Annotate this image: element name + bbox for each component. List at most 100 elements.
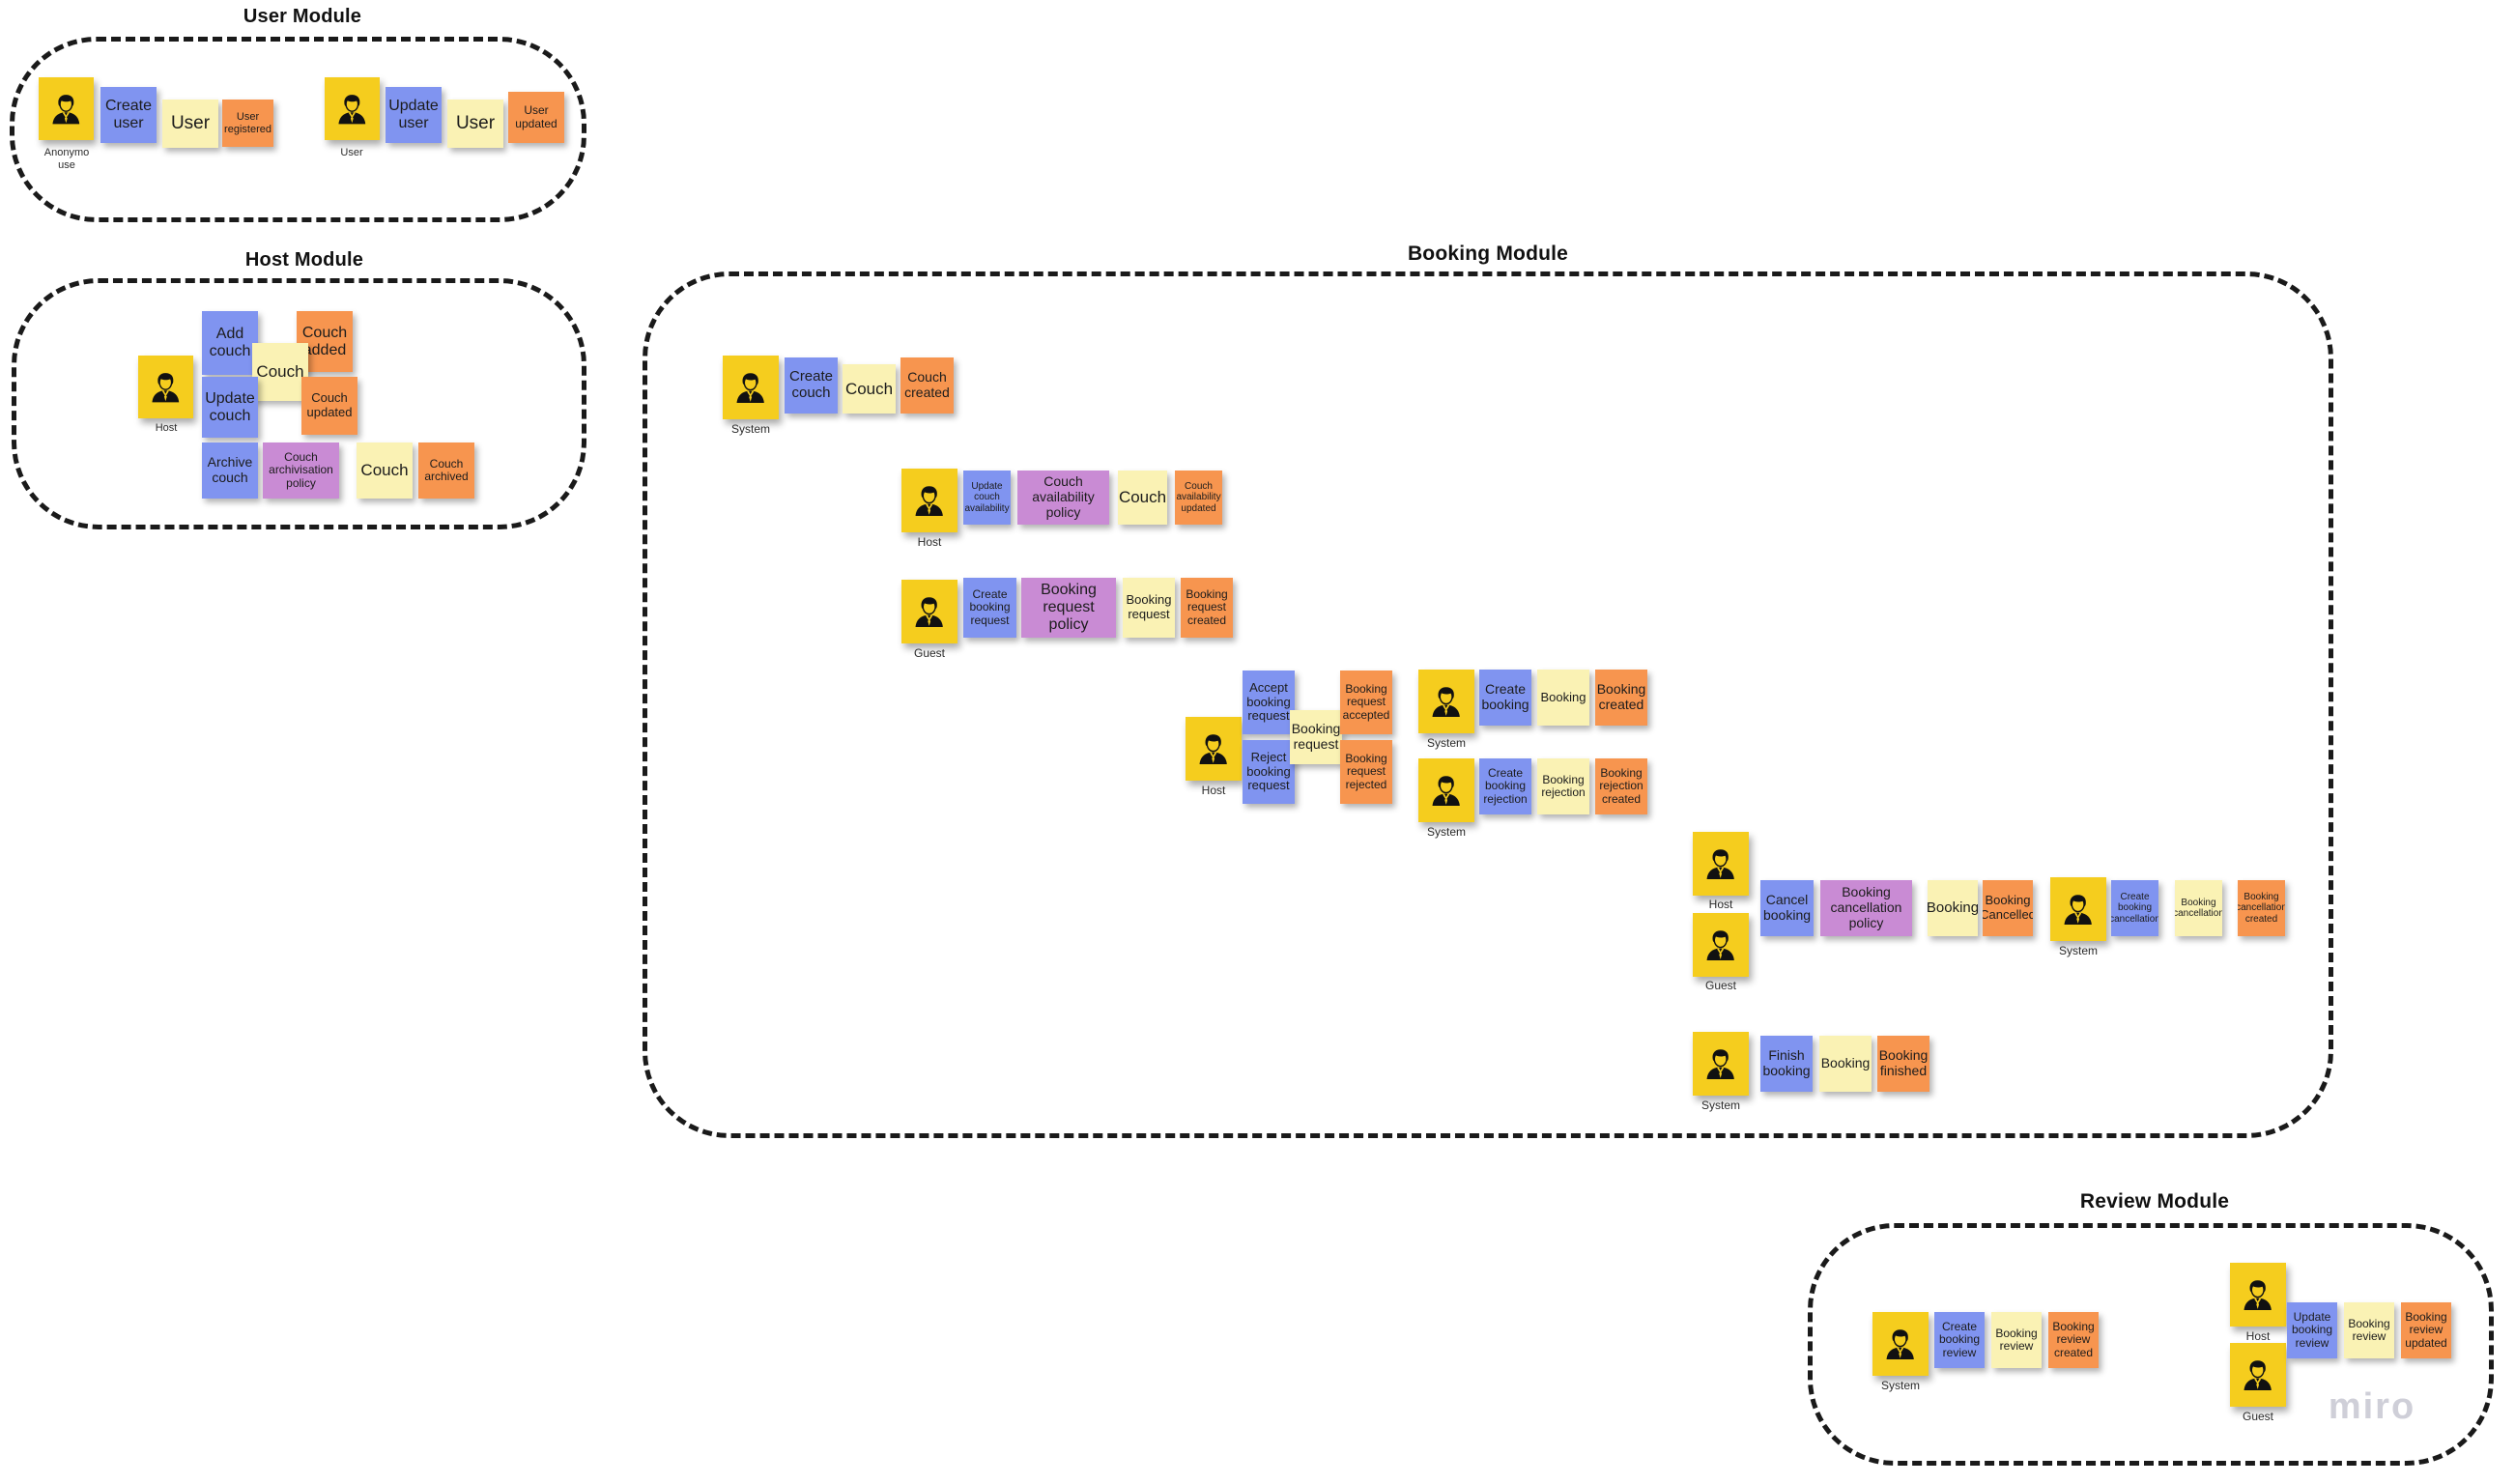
sticky-couch-aggregate-1[interactable]: Couch [252, 343, 308, 401]
person-icon [1696, 1034, 1746, 1094]
sticky-update-couch-command[interactable]: Update couch [202, 377, 258, 438]
actor-sticky-guest-create-booking-request[interactable] [901, 580, 957, 643]
sticky-update-user-command[interactable]: Update user [386, 87, 442, 143]
sticky-user-aggregate[interactable]: User [162, 100, 218, 148]
actor-sticky-system-create-booking-rejection[interactable] [1418, 758, 1474, 822]
sticky-finish-booking-command[interactable]: Finish booking [1760, 1036, 1813, 1092]
sticky-label: Create booking rejection [1483, 765, 1528, 806]
sticky-booking-cancellation-created-event[interactable]: Booking cancellation created [2238, 880, 2285, 936]
sticky-label: Reject booking request [1246, 750, 1291, 793]
person-icon [1421, 760, 1472, 820]
actor-sticky-guest-cancel-booking[interactable] [1693, 913, 1749, 977]
actor-label-system-create-couch: System [730, 422, 771, 436]
sticky-booking-cancellation-aggregate[interactable]: Booking cancellation [2175, 880, 2222, 936]
actor-sticky-system-create-couch[interactable] [723, 356, 779, 419]
actor-sticky-host-update-booking-review[interactable] [2230, 1263, 2286, 1327]
sticky-label: Couch created [904, 369, 950, 400]
actor-sticky-host-couch-availability[interactable] [901, 469, 957, 532]
sticky-label: Booking request created [1186, 586, 1228, 627]
sticky-booking-review-aggregate-2[interactable]: Booking review [2344, 1302, 2394, 1358]
sticky-booking-request-policy[interactable]: Booking request policy [1021, 578, 1116, 638]
module-title-host-module: Host Module [244, 249, 364, 271]
module-title-user-module: User Module [243, 6, 362, 27]
sticky-create-booking-review-command[interactable]: Create booking review [1934, 1312, 1985, 1368]
sticky-couch-created-event[interactable]: Couch created [900, 357, 954, 414]
sticky-couch-archived-event[interactable]: Couch archived [418, 442, 474, 499]
sticky-create-user-command[interactable]: Create user [100, 87, 157, 143]
sticky-label: Add couch [209, 326, 251, 359]
person-icon [2233, 1265, 2283, 1325]
sticky-label: Couch availability policy [1032, 473, 1095, 520]
sticky-user-updated-event[interactable]: User updated [508, 92, 564, 143]
sticky-label: Booking request accepted [1342, 681, 1390, 722]
sticky-label: Create booking [1481, 681, 1529, 712]
sticky-booking-review-created-event[interactable]: Booking review created [2048, 1312, 2099, 1368]
sticky-create-couch-command[interactable]: Create couch [785, 357, 838, 414]
sticky-booking-finished-event[interactable]: Booking finished [1877, 1036, 1929, 1092]
person-icon [1696, 915, 1746, 975]
sticky-booking-request-aggregate-1[interactable]: Booking request [1123, 578, 1175, 638]
sticky-user-registered-event[interactable]: User registered [222, 100, 273, 147]
sticky-label: Update couch availability [964, 481, 1010, 514]
sticky-update-couch-availability-command[interactable]: Update couch availability [963, 471, 1011, 525]
sticky-booking-aggregate-3[interactable]: Booking [1819, 1036, 1872, 1092]
miro-watermark: miro [2328, 1386, 2416, 1427]
sticky-booking-cancellation-policy[interactable]: Booking cancellation policy [1820, 880, 1912, 936]
actor-label-guest-cancel-booking: Guest [1704, 979, 1737, 992]
sticky-accept-booking-request-command[interactable]: Accept booking request [1243, 671, 1295, 734]
sticky-label: Booking request [1126, 592, 1172, 621]
sticky-label: Booking [1540, 689, 1586, 704]
sticky-label: Booking [1928, 899, 1978, 916]
sticky-booking-request-rejected-event[interactable]: Booking request rejected [1340, 740, 1392, 804]
sticky-booking-created-event[interactable]: Booking created [1595, 670, 1647, 726]
sticky-couch-availability-updated-event[interactable]: Couch availability updated [1175, 471, 1222, 525]
actor-sticky-host-accept-reject[interactable] [1186, 717, 1242, 781]
actor-sticky-host[interactable] [138, 356, 193, 418]
actor-sticky-system-create-booking-review[interactable] [1872, 1312, 1929, 1376]
actor-sticky-host-cancel-booking[interactable] [1693, 832, 1749, 896]
actor-sticky-system-create-booking[interactable] [1418, 670, 1474, 733]
sticky-booking-review-updated-event[interactable]: Booking review updated [2401, 1302, 2451, 1358]
sticky-user-aggregate-2[interactable]: User [447, 100, 503, 148]
sticky-couch-availability-policy[interactable]: Couch availability policy [1017, 471, 1109, 525]
sticky-label: Booking review [2348, 1316, 2390, 1343]
sticky-couch-archivisation-policy[interactable]: Couch archivisation policy [263, 442, 339, 499]
sticky-booking-aggregate-2[interactable]: Booking [1928, 880, 1978, 936]
sticky-label: Create couch [788, 368, 834, 401]
sticky-create-booking-rejection-command[interactable]: Create booking rejection [1479, 758, 1531, 814]
sticky-booking-aggregate-1[interactable]: Booking [1537, 670, 1589, 726]
actor-label-anonymous-user: Anonymo use [43, 147, 90, 171]
sticky-booking-request-aggregate-2[interactable]: Booking request [1290, 710, 1342, 764]
person-icon [1696, 834, 1746, 894]
actor-sticky-user[interactable] [325, 77, 380, 140]
sticky-cancel-booking-command[interactable]: Cancel booking [1760, 880, 1814, 936]
sticky-reject-booking-request-command[interactable]: Reject booking request [1243, 740, 1295, 804]
sticky-booking-rejection-aggregate[interactable]: Booking rejection [1537, 758, 1589, 814]
sticky-couch-aggregate-booking[interactable]: Couch [843, 364, 896, 414]
sticky-create-booking-command[interactable]: Create booking [1479, 670, 1531, 726]
sticky-booking-rejection-created-event[interactable]: Booking rejection created [1595, 758, 1647, 814]
sticky-archive-couch-command[interactable]: Archive couch [202, 442, 258, 499]
sticky-update-booking-review-command[interactable]: Update booking review [2287, 1302, 2337, 1358]
sticky-booking-request-created-event[interactable]: Booking request created [1181, 578, 1233, 638]
sticky-label: Booking rejection [1541, 772, 1586, 799]
sticky-couch-aggregate-2[interactable]: Couch [357, 442, 413, 499]
sticky-create-booking-cancellation-command[interactable]: Create booking cancellation [2111, 880, 2158, 936]
sticky-label: Update booking review [2291, 1309, 2333, 1350]
sticky-couch-aggregate-availability[interactable]: Couch [1118, 471, 1167, 525]
actor-label-system-create-booking-cancellation: System [2058, 944, 2099, 957]
actor-sticky-anonymous-user[interactable] [39, 77, 94, 140]
actor-label-system-create-booking: System [1426, 736, 1467, 750]
sticky-booking-request-accepted-event[interactable]: Booking request accepted [1340, 671, 1392, 734]
actor-sticky-system-create-booking-cancellation[interactable] [2050, 877, 2106, 941]
actor-sticky-system-finish-booking[interactable] [1693, 1032, 1749, 1096]
sticky-label: Create booking request [969, 586, 1011, 627]
sticky-booking-review-aggregate-1[interactable]: Booking review [1991, 1312, 2042, 1368]
sticky-couch-updated-event[interactable]: Couch updated [301, 377, 357, 435]
sticky-label: Booking review updated [2405, 1309, 2447, 1350]
sticky-booking-cancelled-event[interactable]: Booking Cancelled [1983, 880, 2033, 936]
sticky-add-couch-command[interactable]: Add couch [202, 311, 258, 375]
actor-sticky-guest-update-booking-review[interactable] [2230, 1343, 2286, 1407]
actor-label-guest-update-booking-review: Guest [2242, 1410, 2274, 1423]
sticky-create-booking-request-command[interactable]: Create booking request [963, 578, 1016, 638]
